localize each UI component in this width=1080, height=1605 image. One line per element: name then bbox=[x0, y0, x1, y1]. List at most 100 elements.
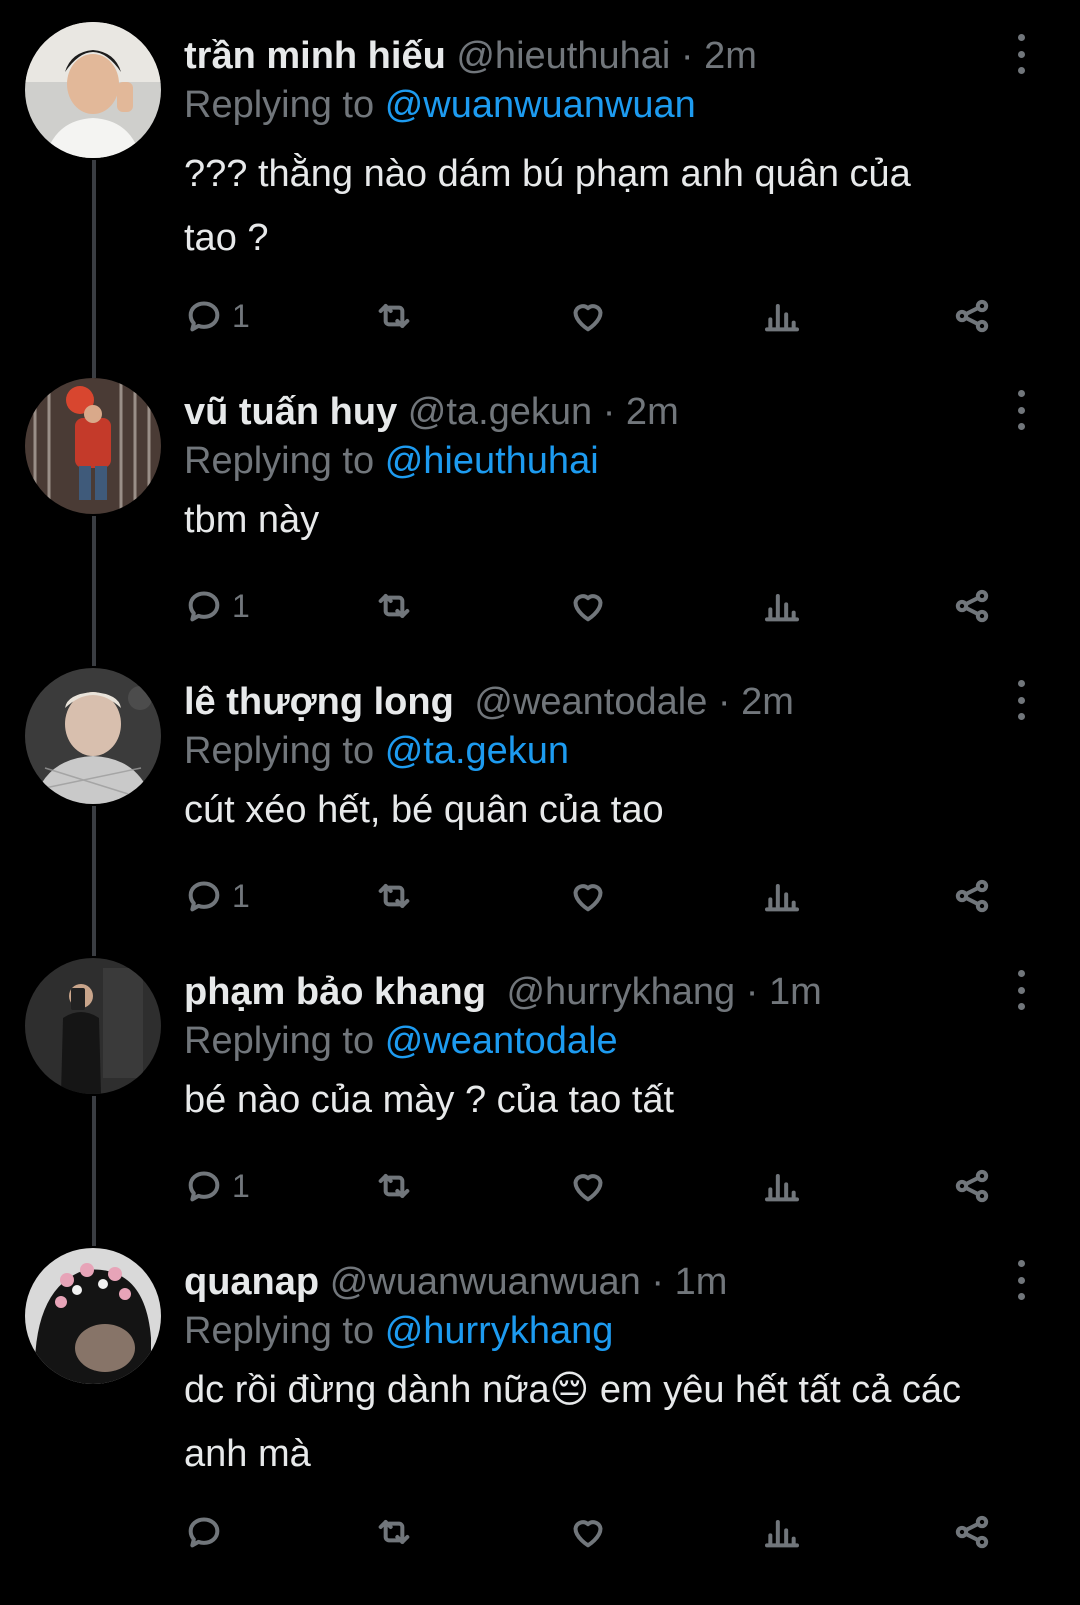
more-vertical-icon bbox=[1017, 970, 1025, 977]
replying-to: Replying to @hurrykhang bbox=[184, 1308, 1040, 1354]
tweet[interactable]: quanap @wuanwuanwuan · 1m Replying to @h… bbox=[0, 1240, 1080, 1605]
author-name[interactable]: trần minh hiếu bbox=[184, 35, 446, 77]
avatar[interactable] bbox=[25, 378, 161, 514]
timestamp[interactable]: · 2m bbox=[681, 35, 757, 77]
views-icon bbox=[765, 304, 799, 332]
tweet-text: tbm này bbox=[184, 499, 320, 541]
replying-label: Replying to bbox=[184, 440, 375, 482]
views-icon bbox=[765, 594, 799, 622]
like-button[interactable] bbox=[568, 1510, 608, 1554]
reply-button[interactable]: 1 bbox=[184, 294, 250, 338]
replying-label: Replying to bbox=[184, 1020, 375, 1062]
author-handle[interactable]: @weantodale bbox=[474, 681, 707, 723]
reply-button[interactable]: 1 bbox=[184, 874, 250, 918]
retweet-icon bbox=[378, 1174, 410, 1198]
share-icon bbox=[955, 589, 989, 623]
avatar[interactable] bbox=[25, 22, 161, 158]
author-handle[interactable]: @hurrykhang bbox=[506, 971, 735, 1013]
retweet-button[interactable] bbox=[374, 584, 414, 628]
tweet[interactable]: trần minh hiếu @hieuthuhai · 2m Replying… bbox=[0, 0, 1080, 370]
like-button[interactable] bbox=[568, 584, 608, 628]
avatar-image bbox=[25, 958, 161, 1094]
reply-icon bbox=[188, 301, 220, 332]
heart-icon bbox=[573, 1174, 603, 1202]
reply-count: 1 bbox=[232, 877, 250, 914]
avatar[interactable] bbox=[25, 958, 161, 1094]
author-handle[interactable]: @hieuthuhai bbox=[456, 35, 670, 77]
retweet-icon bbox=[378, 1520, 410, 1544]
retweet-icon bbox=[378, 304, 410, 328]
action-bar bbox=[184, 1510, 1014, 1554]
views-button[interactable] bbox=[762, 584, 802, 628]
avatar-image bbox=[25, 668, 161, 804]
timestamp[interactable]: · 2m bbox=[603, 391, 679, 433]
more-vertical-icon bbox=[1017, 1260, 1025, 1267]
tweet[interactable]: lê thượng long @weantodale · 2m Replying… bbox=[0, 660, 1080, 950]
avatar[interactable] bbox=[25, 668, 161, 804]
author-handle[interactable]: @wuanwuanwuan bbox=[330, 1261, 641, 1303]
author-handle[interactable]: @ta.gekun bbox=[408, 391, 592, 433]
reply-icon bbox=[188, 881, 220, 912]
replying-to: Replying to @wuanwuanwuan bbox=[184, 82, 1040, 128]
tweet-text: cút xéo hết, bé quân của tao bbox=[184, 789, 664, 831]
mention-link[interactable]: @weantodale bbox=[385, 1020, 618, 1062]
avatar[interactable] bbox=[25, 1248, 161, 1384]
timestamp[interactable]: · 1m bbox=[746, 971, 822, 1013]
mention-link[interactable]: @hurrykhang bbox=[385, 1310, 614, 1352]
more-vertical-icon bbox=[1017, 680, 1025, 687]
tweet-text: dc rồi đừng dành nữa😔 em yêu hết tất cả … bbox=[184, 1369, 962, 1475]
share-button[interactable] bbox=[952, 1164, 992, 1208]
author-name[interactable]: quanap bbox=[184, 1261, 319, 1303]
views-icon bbox=[765, 1174, 799, 1202]
heart-icon bbox=[573, 1520, 603, 1548]
more-options-button[interactable] bbox=[1006, 1260, 1036, 1300]
action-bar: 1 bbox=[184, 584, 1014, 628]
views-button[interactable] bbox=[762, 874, 802, 918]
views-icon bbox=[765, 1520, 799, 1548]
reply-button[interactable] bbox=[184, 1510, 232, 1554]
mention-link[interactable]: @ta.gekun bbox=[385, 730, 569, 772]
replying-to: Replying to @ta.gekun bbox=[184, 728, 1040, 774]
reply-button[interactable]: 1 bbox=[184, 584, 250, 628]
more-options-button[interactable] bbox=[1006, 680, 1036, 720]
timestamp[interactable]: · 1m bbox=[651, 1261, 727, 1303]
views-button[interactable] bbox=[762, 1510, 802, 1554]
views-button[interactable] bbox=[762, 1164, 802, 1208]
retweet-button[interactable] bbox=[374, 294, 414, 338]
reply-icon bbox=[188, 591, 220, 622]
author-name[interactable]: vũ tuấn huy bbox=[184, 391, 397, 433]
mention-link[interactable]: @hieuthuhai bbox=[385, 440, 599, 482]
mention-link[interactable]: @wuanwuanwuan bbox=[385, 84, 696, 126]
more-options-button[interactable] bbox=[1006, 970, 1036, 1010]
reply-button[interactable]: 1 bbox=[184, 1164, 250, 1208]
author-name[interactable]: lê thượng long bbox=[184, 681, 454, 723]
share-button[interactable] bbox=[952, 294, 992, 338]
views-icon bbox=[765, 884, 799, 912]
avatar-image bbox=[25, 378, 161, 514]
heart-icon bbox=[573, 304, 603, 332]
action-bar: 1 bbox=[184, 294, 1014, 338]
like-button[interactable] bbox=[568, 1164, 608, 1208]
share-button[interactable] bbox=[952, 584, 992, 628]
share-button[interactable] bbox=[952, 1510, 992, 1554]
replying-to: Replying to @hieuthuhai bbox=[184, 438, 1040, 484]
retweet-button[interactable] bbox=[374, 874, 414, 918]
replying-label: Replying to bbox=[184, 730, 375, 772]
tweet[interactable]: vũ tuấn huy @ta.gekun · 2m Replying to @… bbox=[0, 370, 1080, 660]
views-button[interactable] bbox=[762, 294, 802, 338]
retweet-button[interactable] bbox=[374, 1164, 414, 1208]
replying-label: Replying to bbox=[184, 84, 375, 126]
tweet[interactable]: phạm bảo khang @hurrykhang · 1m Replying… bbox=[0, 950, 1080, 1240]
like-button[interactable] bbox=[568, 294, 608, 338]
tweet-text: bé nào của mày ? của tao tất bbox=[184, 1079, 675, 1121]
retweet-button[interactable] bbox=[374, 1510, 414, 1554]
author-name[interactable]: phạm bảo khang bbox=[184, 971, 486, 1013]
more-options-button[interactable] bbox=[1006, 34, 1036, 74]
share-button[interactable] bbox=[952, 874, 992, 918]
retweet-icon bbox=[378, 594, 410, 618]
share-icon bbox=[955, 299, 989, 333]
like-button[interactable] bbox=[568, 874, 608, 918]
more-options-button[interactable] bbox=[1006, 390, 1036, 430]
timestamp[interactable]: · 2m bbox=[718, 681, 794, 723]
share-icon bbox=[955, 1169, 989, 1203]
